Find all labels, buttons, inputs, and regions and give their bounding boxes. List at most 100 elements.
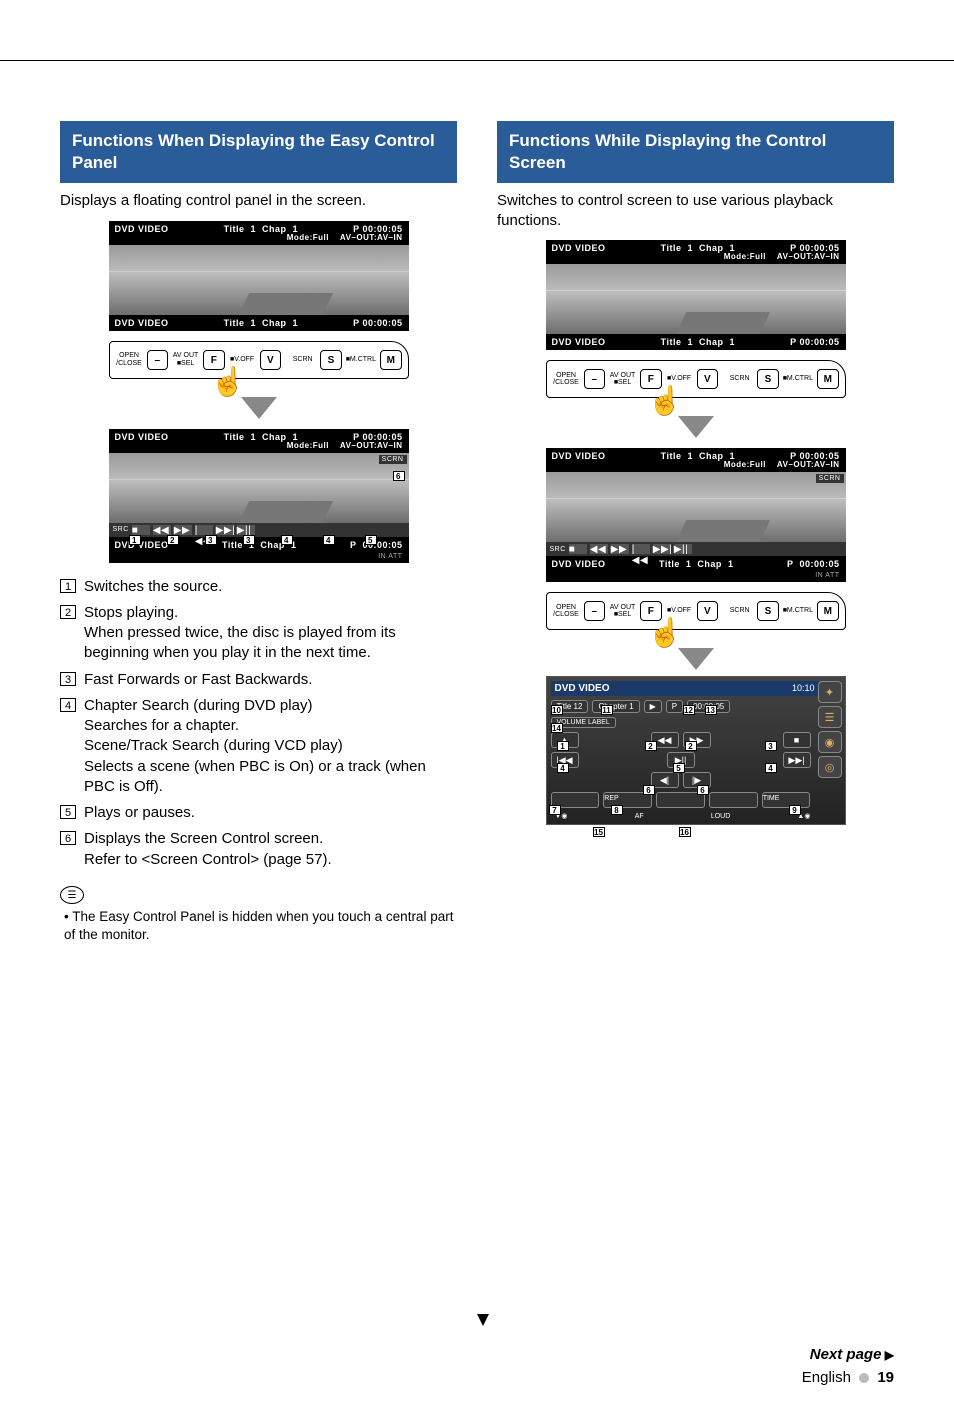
right-section-heading: Functions While Displaying the Control S… [497, 121, 894, 183]
play-indicator: ▶ [644, 700, 662, 713]
hardware-button-panel-r1: OPEN /CLOSE – AV OUT ■SEL F ■V.OFF V SCR… [546, 360, 846, 398]
callout-3b: 3 [243, 535, 255, 545]
list-number: 2 [60, 605, 76, 619]
side-button-1[interactable]: ✦ [818, 681, 842, 703]
time-button[interactable]: TIME [762, 792, 811, 808]
fastforward-button[interactable]: ▶▶ [611, 544, 629, 554]
callout-4b: 4 [323, 535, 335, 545]
note-icon [60, 886, 84, 904]
callout-8: 8 [611, 805, 623, 815]
callout-2: 2 [167, 535, 179, 545]
af-label: AF [635, 813, 644, 820]
minus-button[interactable]: – [584, 369, 606, 389]
s-button[interactable]: S [757, 369, 779, 389]
list-number: 4 [60, 698, 76, 712]
left-intro: Displays a floating control panel in the… [60, 191, 457, 211]
callout-6: 6 [643, 785, 655, 795]
callout-1: 1 [557, 741, 569, 751]
side-button-2[interactable]: ☰ [818, 706, 842, 728]
step-back-button[interactable]: ◀| [651, 772, 679, 788]
hand-pointer-icon: ☝ [648, 616, 683, 649]
src-button[interactable]: SRC [550, 546, 566, 553]
minus-button[interactable]: – [147, 350, 169, 370]
page-number: 19 [877, 1369, 894, 1386]
hardware-button-panel: OPEN /CLOSE – AV OUT ■SEL F ■V.OFF V SCR… [109, 341, 409, 379]
callout-12: 12 [683, 705, 695, 715]
callout-1: 1 [129, 535, 141, 545]
callout-10: 10 [551, 705, 563, 715]
v-button[interactable]: V [697, 601, 719, 621]
left-section-heading: Functions When Displaying the Easy Contr… [60, 121, 457, 183]
list-text: Chapter Search (during DVD play) [84, 697, 312, 714]
continuation-arrow-icon [477, 1314, 489, 1326]
open-close-label: OPEN /CLOSE [116, 352, 143, 367]
right-intro: Switches to control screen to use variou… [497, 191, 894, 230]
chapter-indicator: Chapter 1 [592, 700, 639, 713]
control-screen: 10:10 DVD VIDEO Title 12 Chapter 1 ▶ P 0… [546, 676, 846, 825]
next-chapter-button[interactable]: ▶▶| [653, 544, 671, 554]
down-arrow-icon [241, 397, 277, 419]
callout-3: 3 [765, 741, 777, 751]
list-number: 3 [60, 672, 76, 686]
callout-7: 7 [549, 805, 561, 815]
stop-button[interactable]: ■ [132, 525, 150, 535]
stop-button[interactable]: ■ [569, 544, 587, 554]
prev-chapter-button[interactable]: |◀◀ [632, 544, 650, 554]
play-pause-button[interactable]: ▶|| [237, 525, 255, 535]
v-button[interactable]: V [260, 350, 282, 370]
playback-screen-2: DVD VIDEO Title 1 Chap 1 P 00:00:05 Mode… [109, 429, 409, 563]
src-button[interactable]: SRC [113, 526, 129, 533]
list-text: Searches for a chapter. [84, 717, 239, 734]
next-chapter-button[interactable]: ▶▶| [216, 525, 234, 535]
callout-16: 16 [679, 827, 691, 837]
side-button-3[interactable]: ◉ [818, 731, 842, 753]
in-att-label: IN ATT [109, 553, 409, 563]
callout-3: 3 [205, 535, 217, 545]
playback-screen-1: DVD VIDEO Title 1 Chap 1 P 00:00:05 Mode… [109, 221, 409, 331]
callout-9: 9 [789, 805, 801, 815]
hand-pointer-icon: ☝ [211, 365, 246, 398]
bar-button[interactable] [709, 792, 758, 808]
callout-2b: 2 [685, 741, 697, 751]
note-text: The Easy Control Panel is hidden when yo… [64, 908, 457, 944]
hand-pointer-icon: ☝ [648, 384, 683, 417]
m-button[interactable]: M [817, 369, 839, 389]
side-button-4[interactable]: ◎ [818, 756, 842, 778]
language-label: English [802, 1369, 851, 1386]
v-button[interactable]: V [697, 369, 719, 389]
scrn-button[interactable]: SCRN [816, 474, 844, 483]
play-pause-button[interactable]: ▶|| [674, 544, 692, 554]
next-page-link[interactable]: Next page [802, 1346, 894, 1363]
playback-screen-r1: DVD VIDEO Title 1 Chap 1 P 00:00:05 Mode… [546, 240, 846, 350]
s-button[interactable]: S [757, 601, 779, 621]
rewind-button[interactable]: ◀◀ [590, 544, 608, 554]
m-button[interactable]: M [817, 601, 839, 621]
down-arrow-icon [678, 648, 714, 670]
playback-screen-r2: DVD VIDEO Title 1 Chap 1 P 00:00:05 Mode… [546, 448, 846, 582]
list-text: Scene/Track Search (during VCD play) [84, 737, 343, 754]
list-text: Switches the source. [84, 578, 222, 595]
next-chapter-button[interactable]: ▶▶| [783, 752, 811, 768]
hardware-button-panel-r2: OPEN /CLOSE – AV OUT ■SEL F ■V.OFF V SCR… [546, 592, 846, 630]
callout-2: 2 [645, 741, 657, 751]
list-text: Refer to <Screen Control> (page 57). [84, 851, 332, 868]
stop-button[interactable]: ■ [783, 732, 811, 748]
rewind-button[interactable]: ◀◀ [153, 525, 171, 535]
m-button[interactable]: M [380, 350, 402, 370]
callout-13: 13 [705, 705, 717, 715]
callout-6: 6 [393, 471, 405, 481]
list-text: Displays the Screen Control screen. [84, 830, 323, 847]
fastforward-button[interactable]: ▶▶ [174, 525, 192, 535]
minus-button[interactable]: – [584, 601, 606, 621]
prev-chapter-button[interactable]: |◀◀ [195, 525, 213, 535]
clock: 10:10 [792, 683, 815, 693]
voff-label: ■V.OFF [229, 356, 256, 364]
callout-15: 15 [593, 827, 605, 837]
scrn-button[interactable]: SCRN [379, 455, 407, 464]
callout-11: 11 [601, 705, 613, 715]
callout-4b: 4 [765, 763, 777, 773]
list-text: Selects a scene (when PBC is On) or a tr… [84, 758, 426, 795]
callout-5: 5 [673, 763, 685, 773]
loud-label: LOUD [711, 813, 730, 820]
s-button[interactable]: S [320, 350, 342, 370]
